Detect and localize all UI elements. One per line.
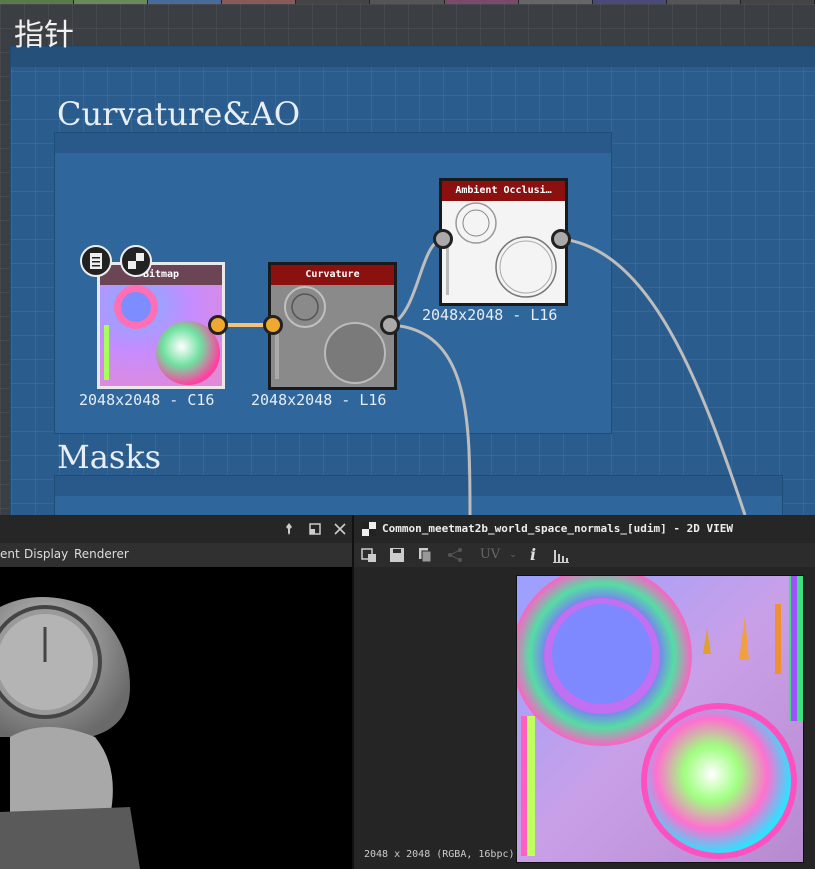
copy-icon[interactable]: [416, 546, 434, 564]
display-toggle-icon[interactable]: [360, 546, 378, 564]
histogram-icon[interactable]: [552, 546, 570, 564]
curvature-input-port[interactable]: [263, 315, 283, 335]
checker-icon[interactable]: [120, 245, 152, 277]
restore-icon[interactable]: [308, 522, 322, 536]
checker-icon: [362, 522, 376, 536]
node-curvature-title: Curvature: [271, 265, 394, 285]
2d-view-toolbar: UV ⌄ i: [354, 543, 815, 567]
node-bitmap-resolution: 2048x2048 - C16: [79, 391, 215, 409]
2d-texture-preview[interactable]: [516, 575, 804, 863]
uv-toggle[interactable]: UV: [478, 546, 502, 564]
menu-item-environment[interactable]: ent: [0, 547, 20, 561]
bitmap-output-port[interactable]: [208, 315, 228, 335]
node-ambient-occlusion-title: Ambient Occlusi…: [442, 181, 565, 201]
node-ambient-occlusion-resolution: 2048x2048 - L16: [422, 306, 558, 324]
2d-view-titlebar: Common_meetmat2b_world_space_normals_[ud…: [354, 515, 815, 543]
ambient-occlusion-output-port[interactable]: [551, 229, 571, 249]
3d-view-menubar: ent Display Renderer: [0, 543, 352, 567]
2d-view-title: Common_meetmat2b_world_space_normals_[ud…: [382, 522, 733, 535]
3d-view-panel[interactable]: [0, 515, 352, 869]
document-icon[interactable]: [80, 245, 112, 277]
info-icon[interactable]: i: [524, 546, 542, 564]
pin-icon[interactable]: [282, 522, 296, 536]
share-icon: [446, 546, 464, 564]
chevron-down-icon[interactable]: ⌄: [504, 546, 522, 564]
left-panel-tabbar: [0, 515, 352, 543]
node-ambient-occlusion[interactable]: Ambient Occlusi…: [439, 178, 568, 306]
menu-item-renderer[interactable]: Renderer: [74, 547, 129, 561]
node-curvature-resolution: 2048x2048 - L16: [251, 391, 387, 409]
node-bitmap-title: Bitmap: [100, 265, 222, 285]
ambient-occlusion-input-port[interactable]: [433, 229, 453, 249]
menu-item-display[interactable]: Display: [24, 547, 68, 561]
curvature-thumbnail: [271, 285, 394, 387]
3d-viewport[interactable]: [0, 567, 352, 869]
node-curvature[interactable]: Curvature: [268, 262, 397, 390]
close-icon[interactable]: [333, 522, 347, 536]
ambient-occlusion-thumbnail: [442, 201, 565, 303]
2d-view-status: 2048 x 2048 (RGBA, 16bpc): [364, 849, 515, 860]
node-bitmap[interactable]: Bitmap: [97, 262, 225, 389]
curvature-output-port[interactable]: [380, 315, 400, 335]
save-icon[interactable]: [388, 546, 406, 564]
bitmap-thumbnail: [100, 285, 222, 386]
